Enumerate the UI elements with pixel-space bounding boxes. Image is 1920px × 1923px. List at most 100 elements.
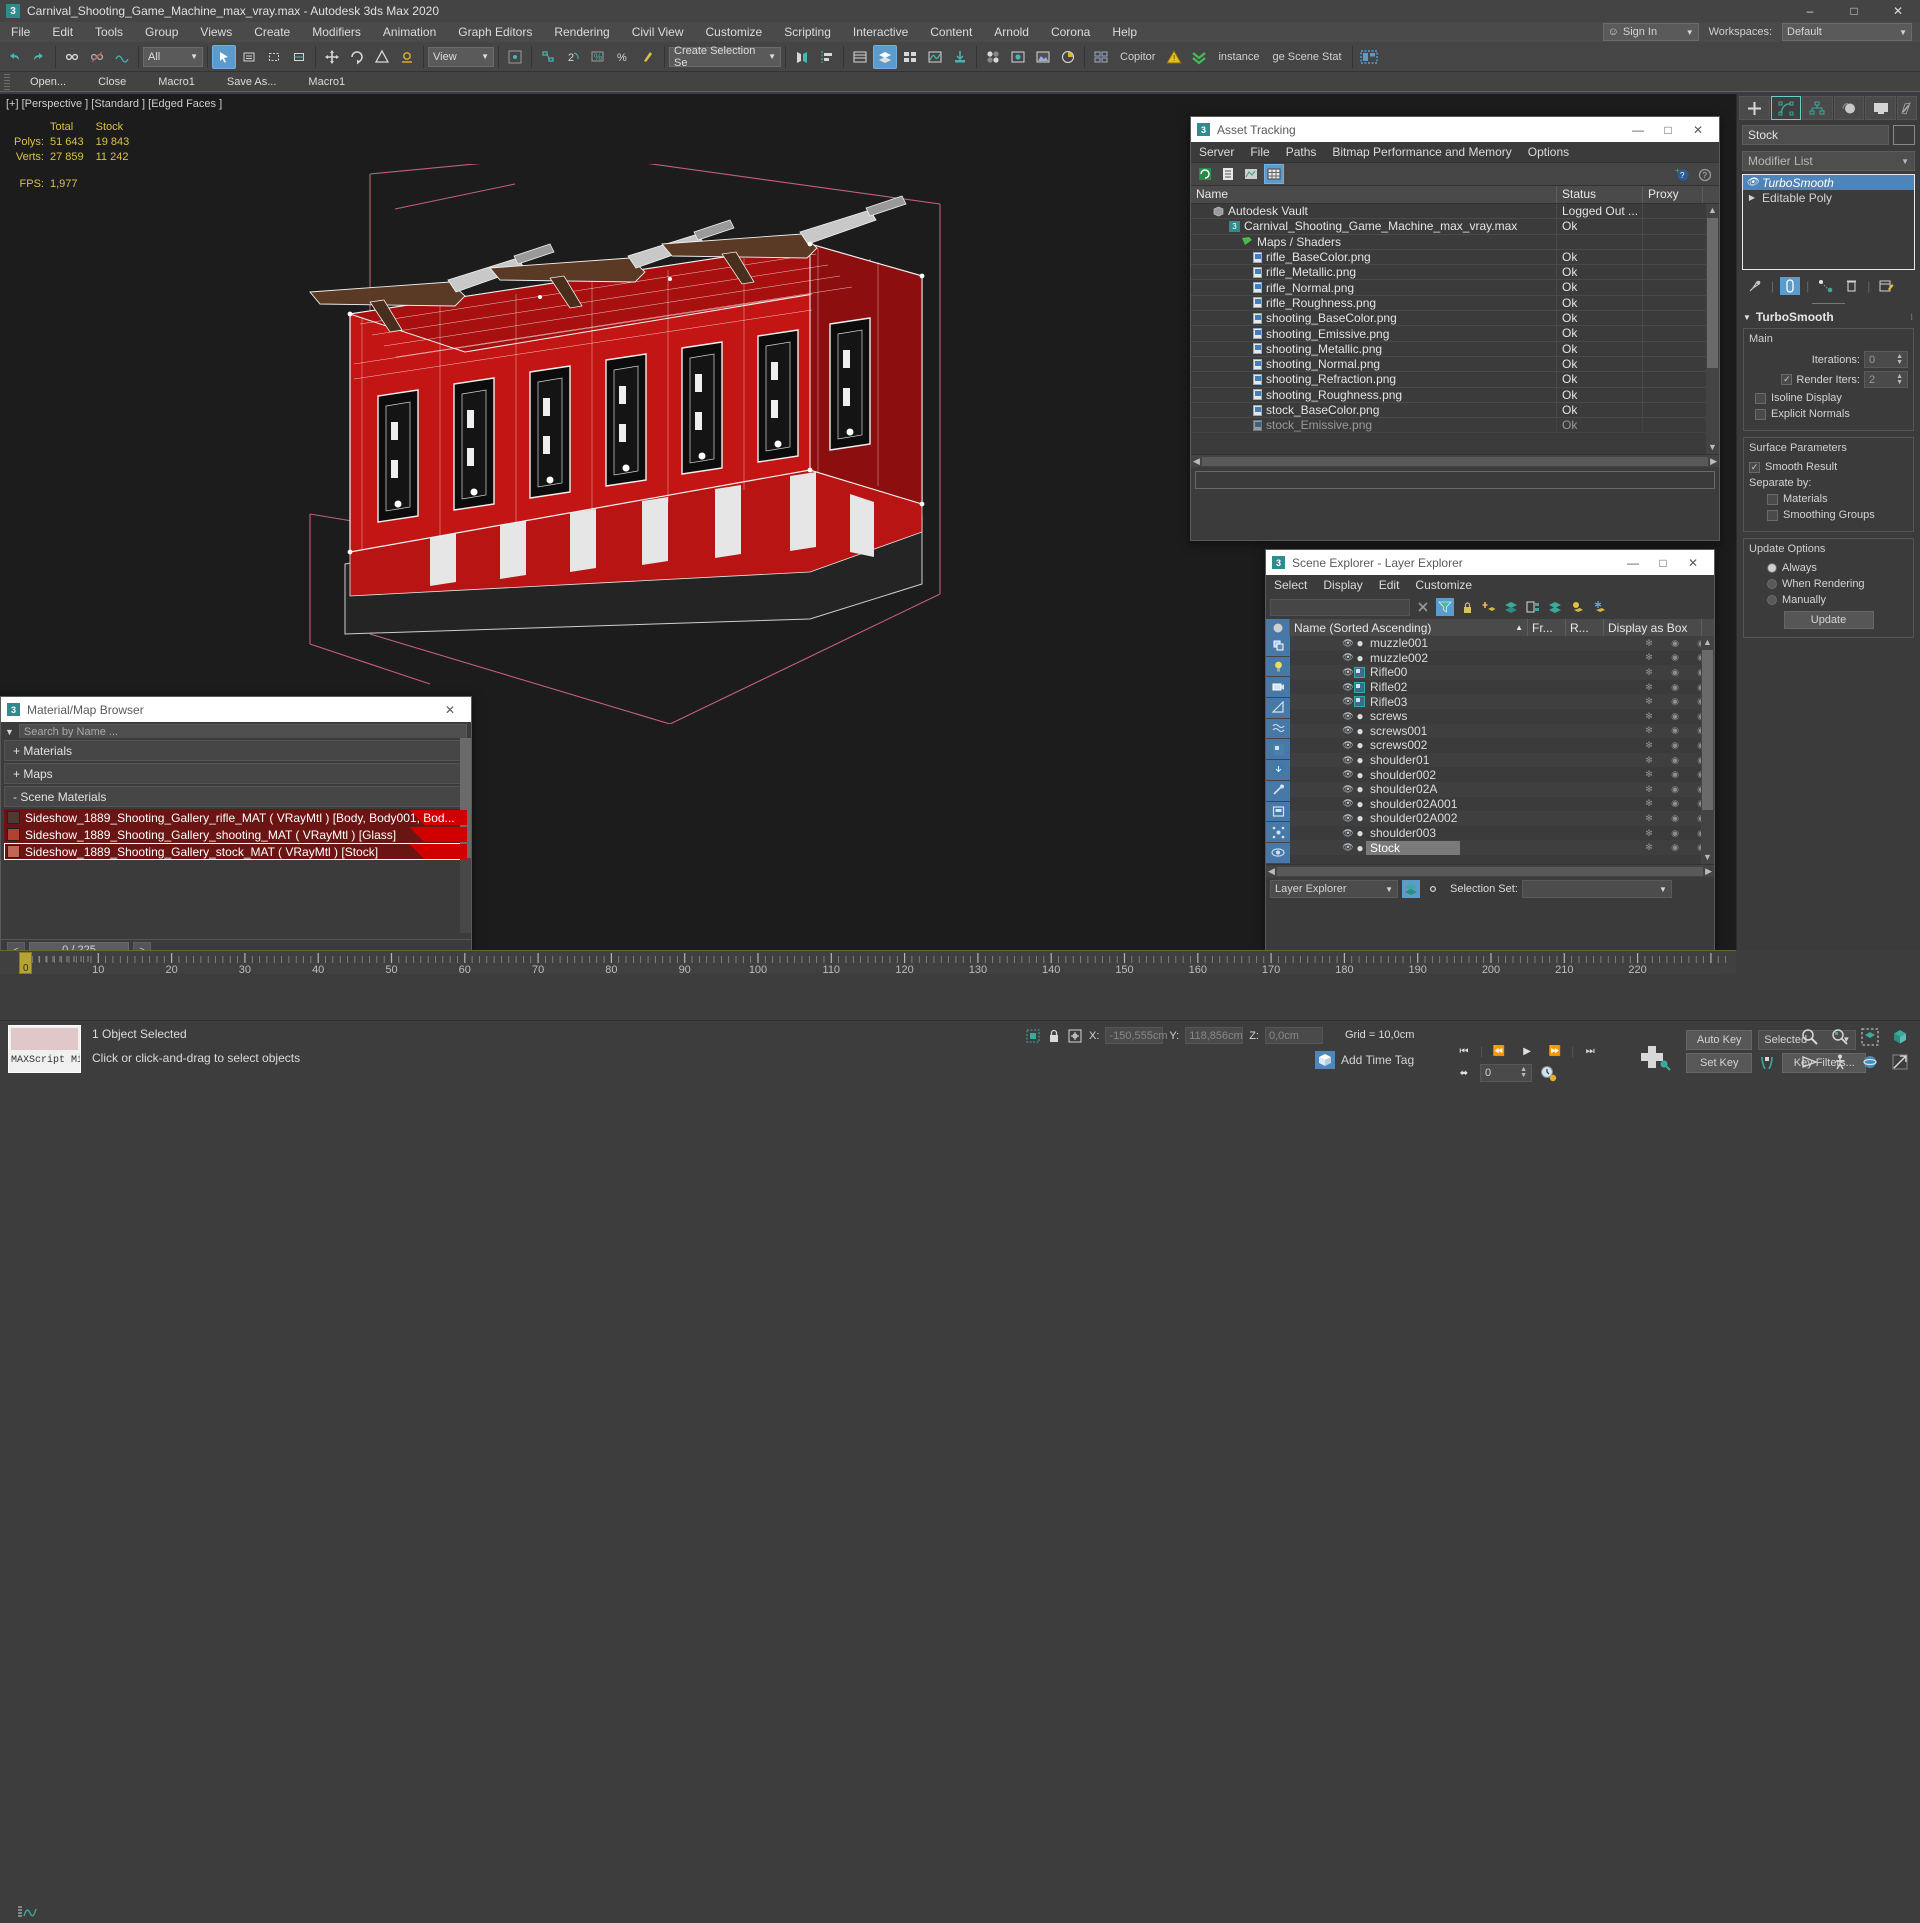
sidebar-groups-icon[interactable] [1266,739,1290,761]
table-row[interactable]: shooting_Roughness.png Ok [1191,387,1719,403]
layers-icon[interactable] [1502,598,1520,616]
group-scene-materials[interactable]: - Scene Materials [4,786,468,807]
menu-item-views[interactable]: Views [189,22,243,42]
tab-create[interactable] [1739,96,1770,120]
percent-snap-button[interactable]: % [586,45,610,69]
current-frame-field[interactable]: 0 ▲ ▼ [1480,1064,1532,1082]
renderable-cell[interactable]: ◉ [1662,813,1688,824]
when-rendering-radio[interactable] [1767,579,1777,589]
isoline-display-row[interactable]: Isoline Display [1749,392,1908,404]
sign-in-button[interactable]: ☺ Sign In ▼ [1602,23,1699,41]
freeze-layer-icon[interactable] [1590,598,1608,616]
reference-coordinate-system-combo[interactable]: View ▼ [428,46,494,67]
select-by-name-button[interactable] [237,45,261,69]
field-of-view-icon[interactable] [1796,1050,1824,1073]
table-row[interactable]: rifle_BaseColor.png Ok [1191,249,1719,266]
frozen-cell[interactable]: ✻ [1636,813,1662,824]
spinner-arrows-icon[interactable]: ▲ ▼ [1896,373,1903,386]
iterations-spinner[interactable]: 0 ▲ ▼ [1864,351,1908,368]
scroll-right-icon[interactable]: ▶ [1710,456,1717,467]
x-coordinate-field[interactable]: -150,555cm [1105,1027,1168,1044]
frozen-cell[interactable]: ✻ [1636,725,1662,736]
viewport-label[interactable]: [+] [Perspective ] [Standard ] [Edged Fa… [6,98,222,110]
macro1-button-2[interactable]: Macro1 [292,76,361,88]
list-item[interactable]: 👁 Rifle00 ✻◉◉ [1290,665,1714,680]
select-and-move-button[interactable] [320,45,344,69]
table-row[interactable]: shooting_Emissive.png Ok [1191,326,1719,342]
macro-save-as-button[interactable]: Save As... [211,76,293,88]
pin-stack-icon[interactable] [1745,277,1765,295]
always-radio[interactable] [1767,563,1777,573]
table-row[interactable]: shooting_BaseColor.png Ok [1191,311,1719,327]
menu-item-corona[interactable]: Corona [1040,22,1101,42]
se-menu-edit[interactable]: Edit [1371,575,1408,595]
menu-item-interactive[interactable]: Interactive [842,22,919,42]
schematic-view-button[interactable] [948,45,972,69]
zoom-extents-selected-icon[interactable] [1886,1025,1914,1048]
explorer-options-icon[interactable] [1424,880,1442,898]
eye-icon[interactable]: 👁 [1342,813,1354,824]
table-row[interactable]: 3 Carnival_Shooting_Game_Machine_max_vra… [1191,219,1719,235]
manage-scene-states-button[interactable] [898,45,922,69]
help-add-icon[interactable]: ? + [1672,164,1692,184]
list-item-selected[interactable]: Sideshow_1889_Shooting_Gallery_stock_MAT… [4,843,468,860]
asset-table-body[interactable]: Autodesk Vault Logged Out ... 3 Carnival… [1191,204,1719,454]
rollup-grip[interactable]: ⁝ [1910,312,1914,323]
go-to-start-button[interactable]: ⏮ [1452,1040,1476,1062]
smooth-result-checkbox[interactable]: ✓ [1749,461,1760,473]
layers-stack-icon[interactable] [1546,598,1564,616]
menu-item-rendering[interactable]: Rendering [543,22,620,42]
scene-explorer-list[interactable]: 👁 ● muzzle001 ✻◉◉ 👁 ● muzzle002 ✻◉◉ 👁 Ri… [1290,636,1714,864]
window-crossing-button[interactable] [287,45,311,69]
list-item[interactable]: 👁 Rifle03 ✻◉◉ [1290,694,1714,709]
orbit-icon[interactable] [1856,1050,1884,1073]
eye-icon[interactable]: 👁 [1342,638,1354,649]
workspaces-combo[interactable]: Default ▼ [1782,23,1912,41]
lock-selection-icon[interactable] [1047,1028,1061,1044]
y-coordinate-field[interactable]: 118,856cm [1185,1027,1244,1044]
renderable-cell[interactable]: ◉ [1662,682,1688,693]
frozen-cell[interactable]: ✻ [1636,652,1662,663]
object-color-swatch[interactable] [1893,125,1915,145]
column-selector-icon[interactable] [1266,619,1290,636]
renderable-cell[interactable]: ◉ [1662,769,1688,780]
manually-radio[interactable] [1767,595,1777,605]
frozen-cell[interactable]: ✻ [1636,638,1662,649]
instance-label[interactable]: instance [1212,51,1265,63]
remove-modifier-icon[interactable] [1841,277,1861,295]
material-map-browser-window[interactable]: 3 Material/Map Browser ✕ ▼ Search by Nam… [0,696,472,960]
frozen-cell[interactable]: ✻ [1636,798,1662,809]
table-row[interactable]: Autodesk Vault Logged Out ... [1191,204,1719,220]
when-rendering-radio-row[interactable]: When Rendering [1749,578,1908,590]
sidebar-helpers-icon[interactable] [1266,698,1290,719]
scene-explorer-vertical-scrollbar[interactable]: ▲ ▼ [1701,636,1714,864]
asset-path-field[interactable] [1195,471,1715,489]
menu-item-group[interactable]: Group [134,22,189,42]
snap-toggle-button[interactable] [536,45,560,69]
frozen-cell[interactable]: ✻ [1636,784,1662,795]
unlink-button[interactable] [85,45,109,69]
minimize-button[interactable]: – [1788,0,1832,22]
scene-explorer-search-input[interactable] [1270,598,1410,616]
time-configuration-icon[interactable] [1536,1062,1560,1084]
at-menu-file[interactable]: File [1242,142,1277,162]
absolute-relative-mode-icon[interactable] [1067,1028,1083,1044]
list-item[interactable]: 👁 ● screws002 ✻◉◉ [1290,738,1714,753]
double-chevron-down-icon[interactable] [1187,45,1211,69]
scene-explorer-minimize-button[interactable]: — [1618,550,1648,575]
frozen-cell[interactable]: ✻ [1636,667,1662,678]
track-bar[interactable]: 10 20 30 40 50 60 70 80 90 100 110 120 130 140 150 160 1… [0,950,1736,1917]
scroll-thumb[interactable] [1702,650,1713,810]
sidebar-containers-icon[interactable] [1266,801,1290,823]
z-coordinate-field[interactable]: 0,0cm [1264,1027,1323,1044]
se-menu-display[interactable]: Display [1315,575,1370,595]
turbosmooth-rollup-header[interactable]: ▼ TurboSmooth ⁝ [1737,308,1920,326]
material-browser-body[interactable]: + Materials + Maps - Scene Materials Sid… [1,738,471,933]
asset-tracking-minimize-button[interactable]: — [1623,117,1653,142]
make-unique-icon[interactable] [1815,277,1835,295]
render-iters-spinner[interactable]: 2 ▲ ▼ [1864,371,1908,388]
column-frozen[interactable]: Fr... [1528,619,1566,636]
list-item[interactable]: Sideshow_1889_Shooting_Gallery_shooting_… [4,826,468,843]
panel-divider[interactable] [1747,303,1910,304]
list-item[interactable]: 👁 ● screws001 ✻◉◉ [1290,723,1714,739]
